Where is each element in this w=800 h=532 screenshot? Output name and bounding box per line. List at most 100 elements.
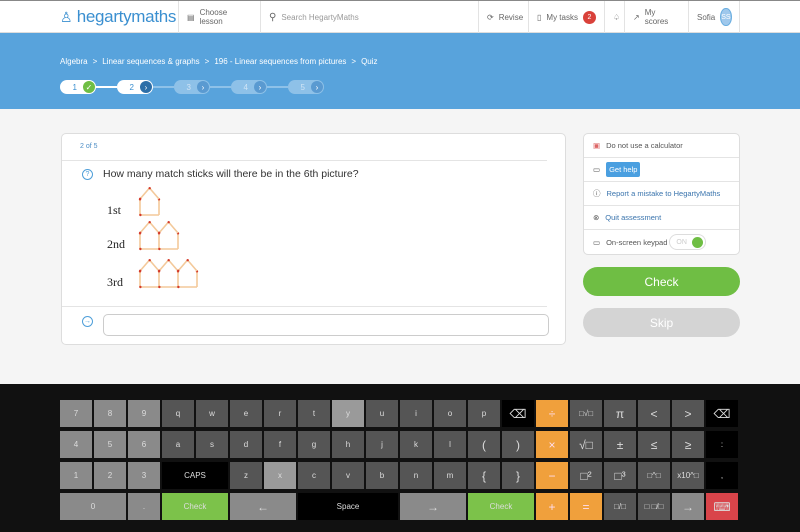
key-([interactable]: ( (468, 431, 500, 458)
user-menu[interactable]: Sofia SS (688, 1, 740, 33)
key-o[interactable]: o (434, 400, 466, 427)
key-f[interactable]: f (264, 431, 296, 458)
choose-lesson-button[interactable]: ▤ Choose lesson (178, 1, 260, 33)
key-→[interactable]: → (400, 493, 466, 520)
keypad-toggle[interactable]: ON (669, 234, 707, 250)
key-e[interactable]: e (230, 400, 262, 427)
key-m[interactable]: m (434, 462, 466, 489)
key-←[interactable]: ← (230, 493, 296, 520)
key-backspace[interactable]: ⌫ (502, 400, 534, 427)
quit-row[interactable]: ⊗ Quit assessment (584, 206, 739, 230)
key-.[interactable]: . (128, 493, 160, 520)
key-<[interactable]: < (638, 400, 670, 427)
key-}[interactable]: } (502, 462, 534, 489)
key-hide-keyboard[interactable]: ⌨ (706, 493, 738, 520)
question-text: How many match sticks will there be in t… (103, 168, 359, 180)
help-circle-icon[interactable]: ? (82, 169, 93, 180)
key-→[interactable]: → (672, 493, 704, 520)
key-r[interactable]: r (264, 400, 296, 427)
key-0[interactable]: 0 (60, 493, 126, 520)
key-±[interactable]: ± (604, 431, 636, 458)
key-b[interactable]: b (366, 462, 398, 489)
key-d[interactable]: d (230, 431, 262, 458)
key-x[interactable]: x (264, 462, 296, 489)
step-3[interactable]: 3 › (174, 80, 210, 94)
key-z[interactable]: z (230, 462, 262, 489)
logo[interactable]: ♙ hegartymaths (60, 7, 176, 27)
breadcrumb-item[interactable]: Algebra (60, 57, 88, 66)
key-,[interactable]: , (706, 462, 738, 489)
key-v[interactable]: v (332, 462, 364, 489)
key-c[interactable]: c (298, 462, 330, 489)
key-≥[interactable]: ≥ (672, 431, 704, 458)
breadcrumb-item[interactable]: Linear sequences & graphs (102, 57, 199, 66)
key-□/□[interactable]: □/□ (604, 493, 636, 520)
key->[interactable]: > (672, 400, 704, 427)
key-:[interactable]: : (706, 431, 738, 458)
key-g[interactable]: g (298, 431, 330, 458)
key-u[interactable]: u (366, 400, 398, 427)
skip-button[interactable]: Skip (583, 308, 740, 337)
step-4[interactable]: 4 › (231, 80, 267, 94)
breadcrumb-item[interactable]: 196 - Linear sequences from pictures (214, 57, 346, 66)
key-=[interactable]: = (570, 493, 602, 520)
key-+[interactable]: + (536, 493, 568, 520)
key-s[interactable]: s (196, 431, 228, 458)
key-1[interactable]: 1 (60, 462, 92, 489)
key-≤[interactable]: ≤ (638, 431, 670, 458)
key-i[interactable]: i (400, 400, 432, 427)
search-input[interactable]: ⚲ Search HegartyMaths (260, 1, 478, 33)
close-circle-icon: ⊗ (593, 213, 600, 222)
notifications-button[interactable]: ♤ (604, 1, 624, 33)
key-6[interactable]: 6 (128, 431, 160, 458)
key-backspace[interactable]: ⌫ (706, 400, 738, 427)
key-√□[interactable]: √□ (570, 431, 602, 458)
key-p[interactable]: p (468, 400, 500, 427)
step-2[interactable]: 2 › (117, 80, 153, 94)
key-k[interactable]: k (400, 431, 432, 458)
key-j[interactable]: j (366, 431, 398, 458)
key-n[interactable]: n (400, 462, 432, 489)
answer-input[interactable] (103, 314, 549, 336)
key-×[interactable]: × (536, 431, 568, 458)
key-8[interactable]: 8 (94, 400, 126, 427)
revise-button[interactable]: ⟳ Revise (478, 1, 528, 33)
key-□√□[interactable]: □√□ (570, 400, 602, 427)
get-help-button[interactable]: Get help (606, 162, 641, 177)
key-4[interactable]: 4 (60, 431, 92, 458)
key-q[interactable]: q (162, 400, 194, 427)
key-5[interactable]: 5 (94, 431, 126, 458)
key-□ □/□[interactable]: □ □/□ (638, 493, 670, 520)
key-÷[interactable]: ÷ (536, 400, 568, 427)
key-h[interactable]: h (332, 431, 364, 458)
key-9[interactable]: 9 (128, 400, 160, 427)
key-w[interactable]: w (196, 400, 228, 427)
key-t[interactable]: t (298, 400, 330, 427)
report-mistake-link[interactable]: Report a mistake to HegartyMaths (607, 189, 721, 198)
key-check[interactable]: Check (468, 493, 534, 520)
key-□²[interactable]: □² (570, 462, 602, 489)
key-−[interactable]: − (536, 462, 568, 489)
step-5[interactable]: 5 › (288, 80, 324, 94)
step-1[interactable]: 1 ✓ (60, 80, 96, 94)
key-2[interactable]: 2 (94, 462, 126, 489)
key-3[interactable]: 3 (128, 462, 160, 489)
check-button[interactable]: Check (583, 267, 740, 296)
key-)[interactable]: ) (502, 431, 534, 458)
key-space[interactable]: Space (298, 493, 398, 520)
report-row[interactable]: ⓘ Report a mistake to HegartyMaths (584, 182, 739, 206)
my-scores-button[interactable]: ↗ My scores (624, 1, 688, 33)
key-{[interactable]: { (468, 462, 500, 489)
quit-assessment-link[interactable]: Quit assessment (605, 213, 661, 222)
my-tasks-button[interactable]: ▯ My tasks 2 (528, 1, 604, 33)
key-y[interactable]: y (332, 400, 364, 427)
key-7[interactable]: 7 (60, 400, 92, 427)
key-□^□[interactable]: □^□ (638, 462, 670, 489)
key-check[interactable]: Check (162, 493, 228, 520)
key-x10^□[interactable]: x10^□ (672, 462, 704, 489)
key-caps[interactable]: CAPS (162, 462, 228, 489)
key-a[interactable]: a (162, 431, 194, 458)
key-l[interactable]: l (434, 431, 466, 458)
key-π[interactable]: π (604, 400, 636, 427)
key-□³[interactable]: □³ (604, 462, 636, 489)
